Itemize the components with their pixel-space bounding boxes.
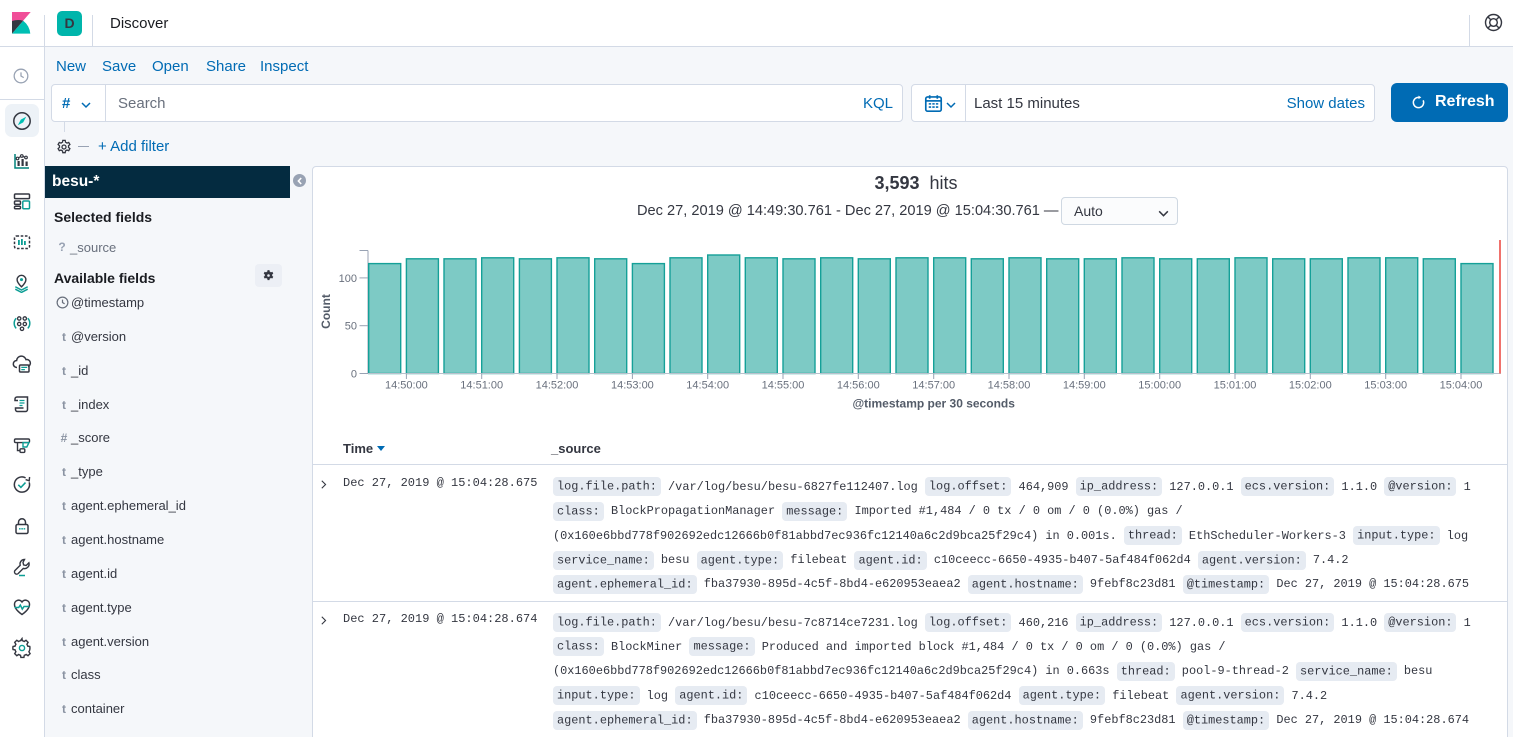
svg-text:15:02:00: 15:02:00 [1289,380,1332,392]
svg-text:@timestamp per 30 seconds: @timestamp per 30 seconds [852,397,1015,411]
svg-text:14:51:00: 14:51:00 [460,380,503,392]
svg-text:15:03:00: 15:03:00 [1364,380,1407,392]
svg-text:14:52:00: 14:52:00 [536,380,579,392]
svg-text:14:53:00: 14:53:00 [611,380,654,392]
svg-text:14:58:00: 14:58:00 [988,380,1031,392]
svg-text:50: 50 [345,321,357,333]
svg-text:15:00:00: 15:00:00 [1138,380,1181,392]
svg-text:14:54:00: 14:54:00 [686,380,729,392]
svg-text:14:56:00: 14:56:00 [837,380,880,392]
svg-text:15:01:00: 15:01:00 [1214,380,1257,392]
svg-text:15:04:00: 15:04:00 [1440,380,1483,392]
svg-text:0: 0 [351,368,357,380]
svg-text:14:50:00: 14:50:00 [385,380,428,392]
svg-text:14:59:00: 14:59:00 [1063,380,1106,392]
svg-text:14:55:00: 14:55:00 [762,380,805,392]
svg-text:14:57:00: 14:57:00 [912,380,955,392]
svg-text:100: 100 [339,273,357,285]
svg-text:Count: Count [319,294,333,329]
